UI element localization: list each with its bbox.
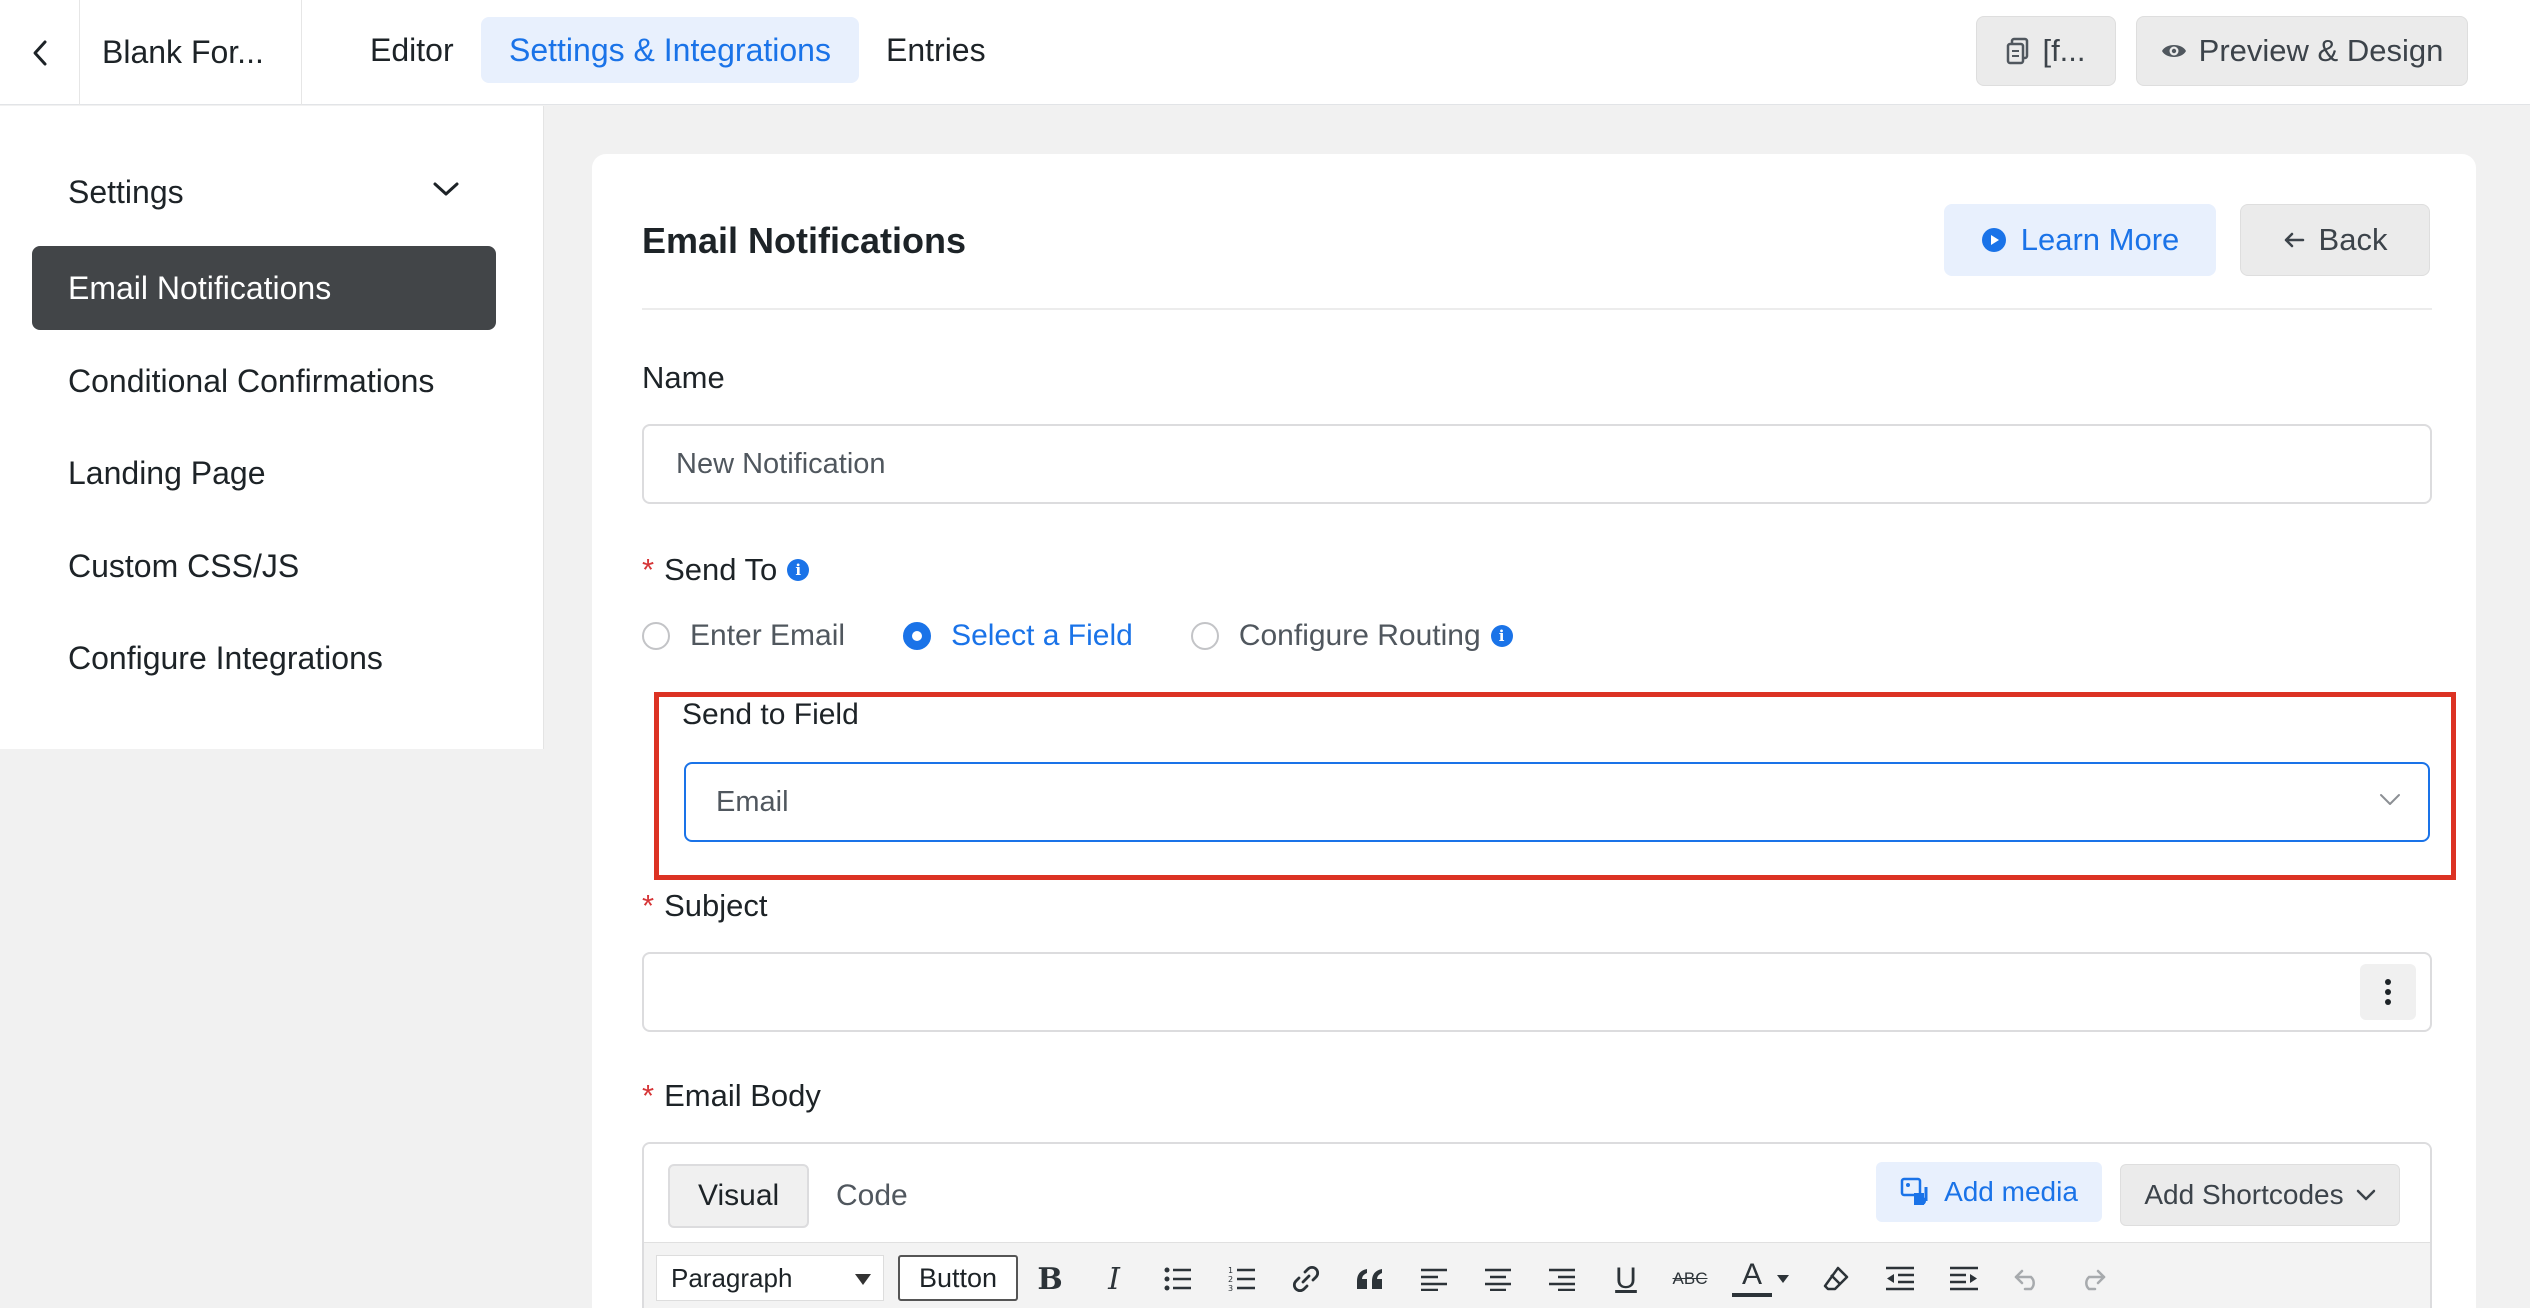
format-select-value: Paragraph xyxy=(671,1262,793,1293)
page-title: Email Notifications xyxy=(642,220,967,261)
email-body-editor: Visual Code Add media Add Shortcodes Par… xyxy=(642,1142,2432,1308)
outdent-icon[interactable] xyxy=(1878,1257,1922,1301)
align-center-icon[interactable] xyxy=(1476,1257,1520,1301)
tab-editor[interactable]: Editor xyxy=(342,17,482,83)
link-icon[interactable] xyxy=(1284,1257,1328,1301)
copy-icon xyxy=(2007,37,2029,65)
email-body-label: * Email Body xyxy=(642,1078,821,1114)
send-to-field-label: Send to Field xyxy=(682,698,859,731)
underline-icon[interactable]: U xyxy=(1604,1257,1648,1301)
add-shortcodes-label: Add Shortcodes xyxy=(2144,1179,2344,1210)
play-circle-icon xyxy=(1981,228,2006,252)
chevron-down-icon xyxy=(433,182,459,196)
tab-settings-integrations[interactable]: Settings & Integrations xyxy=(481,17,859,83)
tab-entries[interactable]: Entries xyxy=(858,17,1014,83)
info-icon[interactable]: i xyxy=(1490,625,1513,647)
sidebar-item-settings[interactable]: Settings xyxy=(32,150,496,234)
preview-design-label: Preview & Design xyxy=(2198,33,2444,68)
radio-label: Select a Field xyxy=(951,619,1133,652)
radio-circle-selected xyxy=(903,622,932,650)
sidebar-item-landing-page[interactable]: Landing Page xyxy=(32,431,496,515)
text-color-icon[interactable]: A xyxy=(1732,1257,1772,1297)
media-icon xyxy=(1900,1177,1928,1205)
radio-select-a-field[interactable]: Select a Field xyxy=(903,619,1133,653)
subject-input[interactable] xyxy=(642,952,2432,1032)
bold-icon[interactable]: B xyxy=(1028,1257,1072,1301)
send-to-text: Send To xyxy=(664,552,778,587)
radio-enter-email[interactable]: Enter Email xyxy=(642,619,845,653)
bullet-list-icon[interactable] xyxy=(1156,1257,1200,1301)
radio-label: Enter Email xyxy=(690,619,846,652)
preview-design-button[interactable]: Preview & Design xyxy=(2136,16,2468,86)
radio-circle xyxy=(642,622,670,650)
learn-more-button[interactable]: Learn More xyxy=(1944,204,2216,276)
shortcode-label: [f... xyxy=(2042,33,2086,68)
align-right-icon[interactable] xyxy=(1540,1257,1584,1301)
back-button[interactable]: Back xyxy=(2240,204,2430,276)
name-input-value: New Notification xyxy=(676,447,886,480)
sidebar-item-email-notifications[interactable]: Email Notifications xyxy=(32,246,496,330)
insert-button-tool[interactable]: Button xyxy=(898,1255,1018,1301)
notification-card: Email Notifications Learn More Back Name… xyxy=(592,154,2476,1308)
editor-tabs: Visual Code Add media Add Shortcodes xyxy=(644,1144,2430,1242)
editor-toolbar: Paragraph Button B I 123 U ABC A xyxy=(644,1242,2430,1308)
chevron-down-icon xyxy=(2380,794,2400,805)
text-color-dropdown-icon[interactable] xyxy=(1770,1257,1796,1301)
form-title: Blank For... xyxy=(80,0,302,105)
name-label: Name xyxy=(642,360,725,395)
clear-formatting-icon[interactable] xyxy=(1814,1257,1858,1301)
indent-icon[interactable] xyxy=(1942,1257,1986,1301)
chevron-down-icon xyxy=(2356,1189,2375,1201)
required-asterisk: * xyxy=(642,552,655,587)
svg-text:3: 3 xyxy=(1228,1284,1233,1293)
subject-label: * Subject xyxy=(642,888,767,924)
subject-shortcode-menu-button[interactable] xyxy=(2360,964,2416,1020)
tab-visual[interactable]: Visual xyxy=(668,1164,810,1228)
required-asterisk: * xyxy=(642,888,655,923)
required-asterisk: * xyxy=(642,1078,655,1113)
tab-code[interactable]: Code xyxy=(808,1164,936,1228)
sidebar-item-label: Settings xyxy=(68,173,184,210)
radio-circle xyxy=(1190,622,1219,650)
back-chevron-button[interactable] xyxy=(0,0,80,105)
add-shortcodes-button[interactable]: Add Shortcodes xyxy=(2120,1164,2400,1226)
sidebar-item-conditional-confirmations[interactable]: Conditional Confirmations xyxy=(32,339,496,423)
more-vertical-icon xyxy=(2385,979,2391,1005)
eye-icon xyxy=(2161,45,2186,57)
back-label: Back xyxy=(2318,222,2388,257)
radio-configure-routing[interactable]: Configure Routing i xyxy=(1190,619,1513,653)
align-left-icon[interactable] xyxy=(1412,1257,1456,1301)
email-body-text: Email Body xyxy=(664,1078,821,1113)
chevron-left-icon xyxy=(33,40,46,65)
subject-text: Subject xyxy=(664,888,768,923)
italic-icon[interactable]: I xyxy=(1092,1257,1136,1301)
redo-icon[interactable] xyxy=(2070,1257,2114,1301)
settings-sidebar: Settings Email Notifications Conditional… xyxy=(0,106,544,749)
blockquote-icon[interactable] xyxy=(1348,1257,1392,1301)
add-media-label: Add media xyxy=(1944,1176,2078,1207)
send-to-field-select[interactable]: Email xyxy=(684,762,2430,842)
add-media-button[interactable]: Add media xyxy=(1876,1162,2102,1222)
svg-text:1: 1 xyxy=(1228,1266,1233,1275)
learn-more-label: Learn More xyxy=(2020,222,2180,257)
top-bar: Blank For... Editor Settings & Integrati… xyxy=(0,0,2530,105)
strikethrough-icon[interactable]: ABC xyxy=(1668,1257,1712,1301)
info-icon[interactable]: i xyxy=(787,559,810,581)
header-divider xyxy=(642,308,2432,310)
caret-down-icon xyxy=(855,1274,871,1285)
format-select[interactable]: Paragraph xyxy=(656,1255,884,1301)
send-to-field-value: Email xyxy=(716,785,789,818)
name-input[interactable]: New Notification xyxy=(642,424,2432,504)
svg-text:2: 2 xyxy=(1228,1275,1233,1284)
undo-icon[interactable] xyxy=(2006,1257,2050,1301)
numbered-list-icon[interactable]: 123 xyxy=(1220,1257,1264,1301)
radio-label: Configure Routing xyxy=(1238,619,1481,652)
send-to-label: * Send To i xyxy=(642,552,810,588)
shortcode-button[interactable]: [f... xyxy=(1976,16,2116,86)
sidebar-item-configure-integrations[interactable]: Configure Integrations xyxy=(32,616,496,700)
sidebar-item-custom-css-js[interactable]: Custom CSS/JS xyxy=(32,524,496,608)
arrow-left-icon xyxy=(2284,232,2304,248)
send-to-radio-group: Enter Email Select a Field Configure Rou… xyxy=(642,612,1571,660)
